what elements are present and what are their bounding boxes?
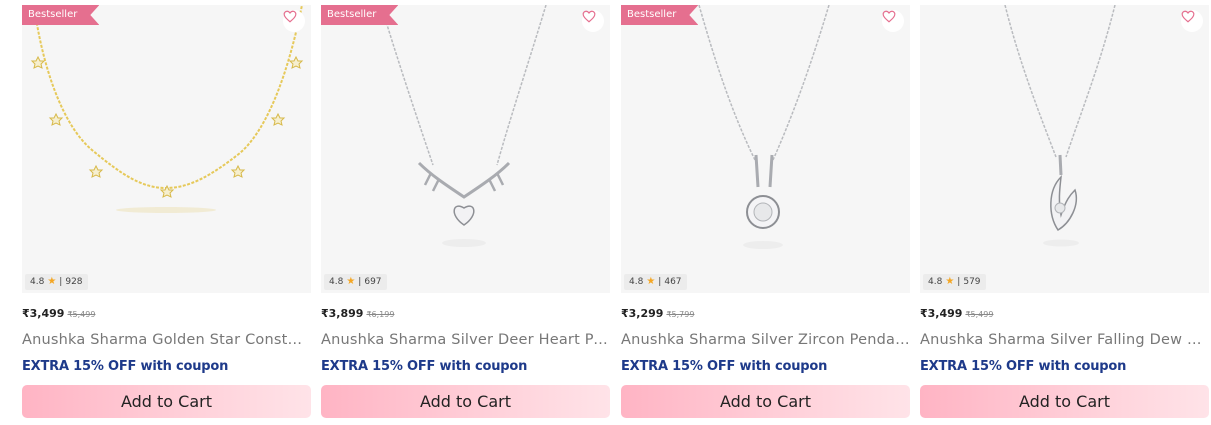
rating-value: 4.8 bbox=[928, 277, 943, 287]
product-image[interactable]: Bestseller 4.8 ★ | 697 bbox=[321, 5, 610, 293]
heart-outline-icon bbox=[582, 10, 596, 23]
sale-price: ₹3,299 bbox=[621, 307, 664, 320]
bestseller-badge: Bestseller bbox=[321, 5, 398, 25]
review-count: 697 bbox=[364, 277, 382, 287]
product-image[interactable]: Bestseller 4.8 ★ | 467 bbox=[621, 5, 910, 293]
silver-zircon-pendant-image bbox=[698, 5, 830, 249]
original-price: ₹5,799 bbox=[666, 310, 695, 319]
price-row: ₹3,499 ₹5,499 bbox=[22, 307, 95, 320]
rating-separator: | bbox=[658, 277, 662, 287]
add-to-cart-button[interactable]: Add to Cart bbox=[321, 385, 610, 418]
wishlist-button[interactable] bbox=[1181, 10, 1203, 32]
price-row: ₹3,899 ₹6,199 bbox=[321, 307, 394, 320]
heart-outline-icon bbox=[283, 10, 297, 23]
product-title[interactable]: Anushka Sharma Golden Star Constellation… bbox=[22, 332, 311, 348]
rating-badge: 4.8 ★ | 467 bbox=[624, 274, 687, 290]
wishlist-button[interactable] bbox=[283, 10, 305, 32]
price-row: ₹3,299 ₹5,799 bbox=[621, 307, 694, 320]
review-count: 579 bbox=[963, 277, 981, 287]
rating-badge: 4.8 ★ | 928 bbox=[25, 274, 88, 290]
star-icon: ★ bbox=[945, 276, 955, 287]
add-to-cart-button[interactable]: Add to Cart bbox=[621, 385, 910, 418]
product-title[interactable]: Anushka Sharma Silver Deer Heart Pendant bbox=[321, 332, 610, 348]
heart-outline-icon bbox=[1181, 10, 1195, 23]
star-icon: ★ bbox=[646, 276, 656, 287]
add-to-cart-button[interactable]: Add to Cart bbox=[22, 385, 311, 418]
coupon-offer: EXTRA 15% OFF with coupon bbox=[321, 359, 528, 374]
original-price: ₹5,499 bbox=[67, 310, 96, 319]
rating-value: 4.8 bbox=[329, 277, 344, 287]
product-card[interactable]: Bestseller 4.8 ★ | 467 ₹3,299 ₹5,799 Anu… bbox=[621, 5, 910, 420]
coupon-offer: EXTRA 15% OFF with coupon bbox=[920, 359, 1127, 374]
product-image[interactable]: Bestseller 4.8 ★ | 928 bbox=[22, 5, 311, 293]
heart-outline-icon bbox=[882, 10, 896, 23]
product-card[interactable]: Bestseller 4.8 ★ | 928 ₹3,499 ₹5,499 Anu… bbox=[22, 5, 311, 420]
wishlist-button[interactable] bbox=[582, 10, 604, 32]
rating-separator: | bbox=[358, 277, 362, 287]
rating-separator: | bbox=[59, 277, 63, 287]
original-price: ₹6,199 bbox=[366, 310, 395, 319]
bestseller-badge: Bestseller bbox=[22, 5, 99, 25]
rating-badge: 4.8 ★ | 697 bbox=[324, 274, 387, 290]
product-grid: Bestseller 4.8 ★ | 928 ₹3,499 ₹5,499 Anu… bbox=[0, 0, 1211, 425]
star-icon: ★ bbox=[47, 276, 57, 287]
review-count: 467 bbox=[664, 277, 682, 287]
product-card[interactable]: Bestseller 4.8 ★ | 697 ₹3,899 ₹6,199 Anu… bbox=[321, 5, 610, 420]
silver-deer-heart-pendant-image bbox=[380, 5, 547, 247]
silver-falling-dew-pendant-image bbox=[1004, 5, 1116, 247]
original-price: ₹5,499 bbox=[965, 310, 994, 319]
rating-badge: 4.8 ★ | 579 bbox=[923, 274, 986, 290]
review-count: 928 bbox=[65, 277, 83, 287]
rating-separator: | bbox=[957, 277, 961, 287]
bestseller-badge: Bestseller bbox=[621, 5, 698, 25]
golden-star-necklace-image bbox=[30, 5, 304, 213]
coupon-offer: EXTRA 15% OFF with coupon bbox=[621, 359, 828, 374]
sale-price: ₹3,499 bbox=[22, 307, 65, 320]
product-title[interactable]: Anushka Sharma Silver Zircon Pendant bbox=[621, 332, 910, 348]
rating-value: 4.8 bbox=[30, 277, 45, 287]
product-card[interactable]: 4.8 ★ | 579 ₹3,499 ₹5,499 Anushka Sharma… bbox=[920, 5, 1209, 420]
product-title[interactable]: Anushka Sharma Silver Falling Dew Pendan… bbox=[920, 332, 1209, 348]
sale-price: ₹3,899 bbox=[321, 307, 364, 320]
add-to-cart-button[interactable]: Add to Cart bbox=[920, 385, 1209, 418]
sale-price: ₹3,499 bbox=[920, 307, 963, 320]
coupon-offer: EXTRA 15% OFF with coupon bbox=[22, 359, 229, 374]
rating-value: 4.8 bbox=[629, 277, 644, 287]
star-icon: ★ bbox=[346, 276, 356, 287]
price-row: ₹3,499 ₹5,499 bbox=[920, 307, 993, 320]
wishlist-button[interactable] bbox=[882, 10, 904, 32]
product-image[interactable]: 4.8 ★ | 579 bbox=[920, 5, 1209, 293]
